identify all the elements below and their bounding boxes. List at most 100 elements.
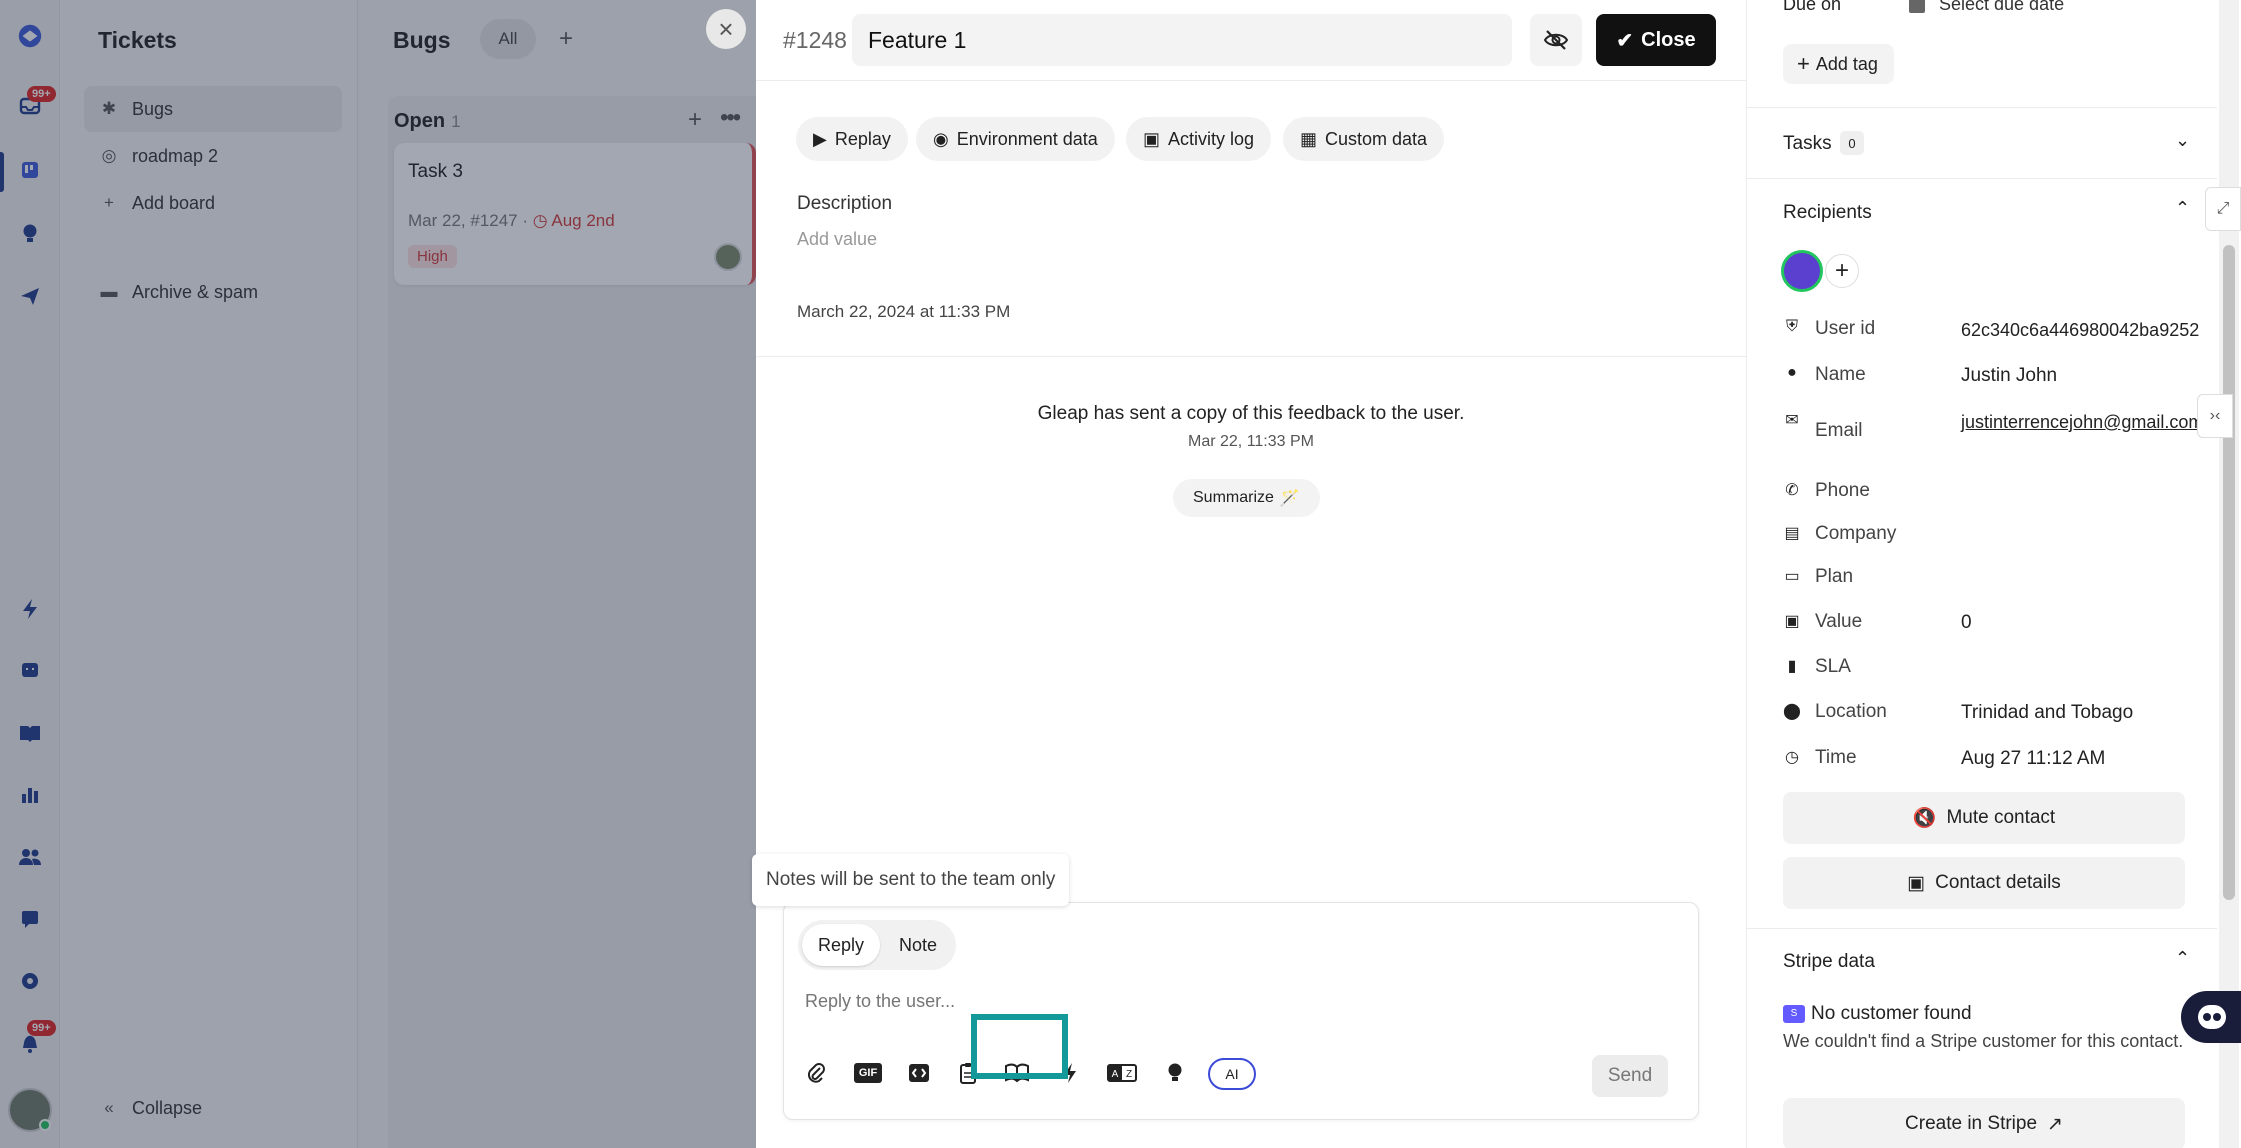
expand-panel-icon[interactable]: ›‹: [2197, 394, 2233, 438]
person-icon: ●: [1787, 364, 1797, 381]
close-panel-icon[interactable]: ×: [706, 9, 746, 49]
create-stripe-label: Create in Stripe: [1905, 1113, 2038, 1134]
chevron-down-icon[interactable]: ⌄: [2175, 130, 2190, 151]
add-recipient-button[interactable]: +: [1825, 254, 1859, 288]
field-value: 62c340c6a446980042ba9252: [1961, 320, 2200, 340]
mute-icon: 🔇: [1912, 808, 1937, 829]
reply-tab[interactable]: Reply: [802, 924, 880, 966]
field-label: Company: [1815, 523, 1897, 544]
highlight-annotation: [971, 1014, 1068, 1079]
stripe-none-text: No customer found: [1811, 1003, 1972, 1024]
reply-composer: Reply Note GIF AZ AI Send: [783, 902, 1699, 1120]
calendar-icon: [1909, 0, 1925, 13]
scrollbar[interactable]: [2219, 0, 2239, 1148]
ticket-detail-panel: #1248 ✔ Close ▶Replay ◉Environment data …: [752, 0, 1746, 1148]
note-tab[interactable]: Note: [886, 924, 950, 966]
close-ticket-button[interactable]: ✔ Close: [1596, 14, 1716, 66]
field-phone: ✆ Phone: [1783, 478, 2203, 508]
money-icon: ▣: [1784, 613, 1800, 630]
code-icon[interactable]: [901, 1055, 937, 1091]
translate-icon[interactable]: AZ: [1104, 1055, 1140, 1091]
tasks-label: Tasks: [1783, 133, 1832, 154]
field-sla: ▮ SLA: [1783, 654, 2203, 684]
stripe-description: We couldn't find a Stripe customer for t…: [1783, 1031, 2184, 1051]
tab-replay[interactable]: ▶ Replay: [796, 117, 908, 161]
mail-icon: ✉: [1785, 412, 1799, 429]
pin-icon: ⬤: [1783, 703, 1801, 720]
tab-label: Custom data: [1325, 128, 1428, 149]
send-button[interactable]: Send: [1592, 1055, 1668, 1097]
gif-icon[interactable]: GIF: [850, 1055, 886, 1091]
shield-check-icon: ⛨: [1785, 318, 1798, 335]
phone-icon: ✆: [1785, 482, 1799, 499]
building-icon: ▤: [1784, 525, 1800, 542]
field-label: Value: [1815, 611, 1863, 632]
tab-custom-data[interactable]: ▦ Custom data: [1283, 117, 1445, 161]
mute-label: Mute contact: [1946, 807, 2056, 828]
scrollbar-thumb[interactable]: [2223, 245, 2235, 900]
chat-widget-button[interactable]: [2181, 991, 2241, 1043]
field-name: ● Name Justin John: [1783, 362, 2203, 392]
clock-icon: ◷: [1785, 749, 1799, 766]
tab-label: Activity log: [1168, 128, 1255, 149]
stripe-data-label: Stripe data: [1783, 951, 1875, 972]
field-value: ▣ Value 0: [1783, 609, 2203, 639]
visibility-button[interactable]: [1530, 14, 1582, 66]
field-user-id: ⛨ User id 62c340c6a446980042ba9252: [1783, 316, 2203, 346]
field-label: User id: [1815, 318, 1876, 339]
email-link[interactable]: justinterrencejohn@gmail.com: [1961, 410, 2211, 434]
ticket-title-input[interactable]: [852, 14, 1512, 66]
stripe-icon: S: [1783, 1005, 1805, 1023]
field-label: Time: [1815, 747, 1857, 768]
reply-note-toggle: Reply Note: [798, 920, 956, 970]
field-label: SLA: [1815, 656, 1851, 677]
mute-contact-button[interactable]: 🔇 Mute contact: [1783, 792, 2185, 844]
summarize-label: Summarize: [1193, 489, 1274, 506]
terminal-icon: ▣: [1143, 128, 1161, 149]
recipient-avatar[interactable]: [1781, 250, 1823, 292]
contact-details-button[interactable]: ▣ Contact details: [1783, 857, 2185, 909]
play-icon: ▶: [813, 128, 827, 149]
contact-info-panel: Due on Select due date + Add tag Tasks 0 …: [1746, 0, 2241, 1148]
globe-icon: ◉: [933, 128, 949, 149]
field-label: Name: [1815, 364, 1866, 385]
field-label: Email: [1815, 420, 1863, 441]
eye-off-icon: [1543, 30, 1569, 50]
modal-backdrop[interactable]: [0, 0, 756, 1148]
system-message: Gleap has sent a copy of this feedback t…: [1037, 403, 1465, 424]
description-field[interactable]: Add value: [797, 229, 877, 250]
header-divider: [756, 80, 1746, 81]
tab-environment-data[interactable]: ◉ Environment data: [916, 117, 1115, 161]
tasks-count: 0: [1840, 131, 1864, 155]
svg-text:A: A: [1112, 1069, 1119, 1080]
contact-card-icon: ▣: [1907, 872, 1926, 894]
section-divider: [1747, 178, 2217, 179]
chevron-up-icon[interactable]: ⌃: [2175, 198, 2190, 219]
lightbulb-icon[interactable]: [1157, 1055, 1193, 1091]
tab-label: Environment data: [956, 128, 1098, 149]
reply-input[interactable]: [805, 991, 1665, 1012]
field-location: ⬤ Location Trinidad and Tobago: [1783, 699, 2203, 729]
ai-button[interactable]: AI: [1208, 1058, 1256, 1090]
add-tag-button[interactable]: + Add tag: [1783, 44, 1894, 84]
chevron-up-icon[interactable]: ⌃: [2175, 948, 2190, 969]
due-on-label: Due on: [1783, 0, 1842, 14]
note-tooltip: Notes will be sent to the team only: [752, 854, 1070, 906]
create-in-stripe-button[interactable]: Create in Stripe ↗: [1783, 1098, 2185, 1148]
summarize-button[interactable]: Summarize 🪄: [1173, 479, 1320, 517]
field-value: Trinidad and Tobago: [1961, 702, 2134, 723]
side-panel-toggle-icon[interactable]: ⤢: [2205, 187, 2241, 231]
svg-text:Z: Z: [1126, 1069, 1132, 1080]
field-company: ▤ Company: [1783, 521, 2203, 551]
table-icon: ▦: [1300, 128, 1318, 149]
file-icon: ▮: [1787, 658, 1797, 675]
bot-icon: [2198, 1005, 2226, 1029]
external-link-icon: ↗: [2047, 1113, 2063, 1135]
attachment-icon[interactable]: [798, 1055, 834, 1091]
section-divider: [1747, 107, 2217, 108]
tab-activity-log[interactable]: ▣ Activity log: [1126, 117, 1272, 161]
add-tag-label: Add tag: [1815, 53, 1878, 74]
due-date-picker[interactable]: Select due date: [1909, 0, 2064, 15]
field-label: Location: [1815, 701, 1887, 722]
due-date-value: Select due date: [1939, 0, 2065, 14]
